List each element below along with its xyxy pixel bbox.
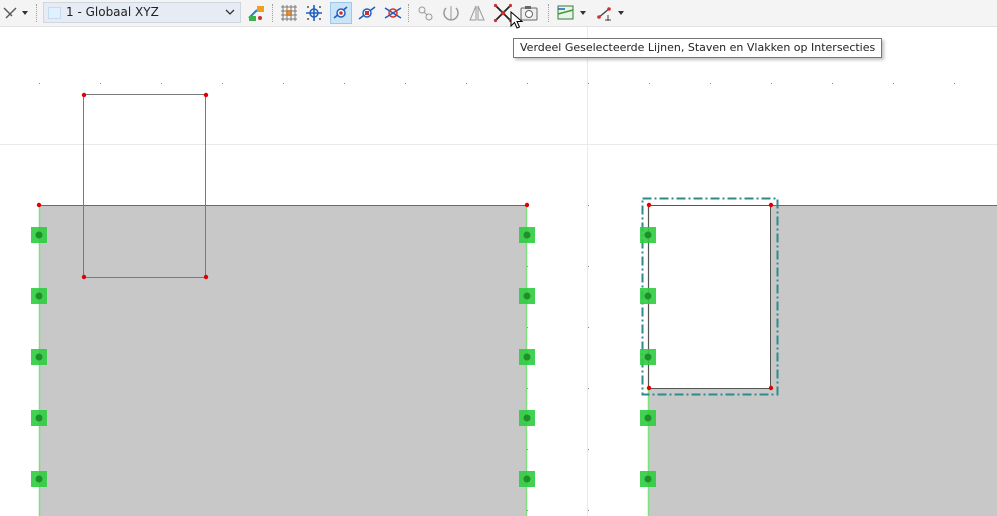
grid-dot <box>161 83 162 84</box>
grid-dot <box>832 83 833 84</box>
node[interactable] <box>646 385 652 391</box>
mouse-cursor-icon <box>510 11 524 29</box>
grid-dot <box>588 510 589 511</box>
grid-dot <box>222 83 223 84</box>
surface-display-icon <box>557 5 586 20</box>
grid-dot <box>344 83 345 84</box>
model-viewport[interactable] <box>0 27 997 516</box>
view-axis-icon <box>3 7 28 19</box>
line-support-node <box>523 414 531 422</box>
snap-object-icon <box>333 6 348 19</box>
node[interactable] <box>203 274 209 280</box>
toolbar-separator <box>272 4 274 22</box>
grid-dot <box>771 83 772 84</box>
snap-midpoint-icon <box>358 6 376 20</box>
grid-dot <box>588 266 589 267</box>
line-support-node <box>523 292 531 300</box>
grid-dot <box>39 83 40 84</box>
opening-area <box>648 205 770 388</box>
coordinate-system-color-swatch <box>48 7 61 19</box>
line-support-node <box>35 414 43 422</box>
grid-dot <box>954 83 955 84</box>
surface-left[interactable] <box>39 205 527 516</box>
dimension-line-icon <box>597 7 624 21</box>
dimension-line-dropdown-button[interactable] <box>594 2 630 24</box>
grid-dot <box>588 205 589 206</box>
work-plane-icon <box>248 6 264 21</box>
node[interactable] <box>646 202 652 208</box>
snap-intersections-button[interactable] <box>382 2 404 24</box>
node[interactable] <box>81 92 87 98</box>
line-support-node <box>35 292 43 300</box>
snap-grid-icon <box>306 5 322 21</box>
node[interactable] <box>36 202 42 208</box>
line-support-node <box>523 353 531 361</box>
guide-lines-icon <box>418 6 433 21</box>
grid-dot <box>283 83 284 84</box>
grid-dot <box>405 83 406 84</box>
line-support-node <box>644 475 652 483</box>
tooltip: Verdeel Geselecteerde Lijnen, Staven en … <box>513 38 883 58</box>
mirror-button[interactable] <box>466 2 488 24</box>
toolbar: 1 - Globaal XYZ <box>0 0 997 27</box>
grid-dot <box>649 83 650 84</box>
node[interactable] <box>768 202 774 208</box>
snap-intersection-icon <box>384 7 402 19</box>
grid-icon <box>281 5 297 21</box>
grid-dot <box>466 83 467 84</box>
snap-objects-button[interactable] <box>330 2 352 24</box>
line-support-node <box>523 475 531 483</box>
line-support-node <box>35 231 43 239</box>
guide-lines-button[interactable] <box>414 2 436 24</box>
line-support-node <box>523 231 531 239</box>
node[interactable] <box>203 92 209 98</box>
grid-dot <box>710 83 711 84</box>
line-support-node <box>644 353 652 361</box>
line-support-node <box>644 414 652 422</box>
grid-button[interactable] <box>278 2 300 24</box>
snap-midpoints-button[interactable] <box>356 2 378 24</box>
chevron-down-icon <box>225 9 235 15</box>
node[interactable] <box>768 385 774 391</box>
grid-dot <box>588 449 589 450</box>
line-support-node <box>35 353 43 361</box>
rotate-button[interactable] <box>440 2 462 24</box>
toolbar-separator <box>408 4 410 22</box>
set-work-plane-button[interactable] <box>245 2 267 24</box>
mirror-icon <box>469 5 485 21</box>
node[interactable] <box>81 274 87 280</box>
grid-dot <box>588 83 589 84</box>
grid-dot <box>527 83 528 84</box>
toolbar-separator <box>548 4 550 22</box>
grid-dot <box>100 83 101 84</box>
line-support-node <box>644 292 652 300</box>
grid-dot <box>588 388 589 389</box>
model-canvas[interactable] <box>0 27 997 516</box>
line-support-node <box>644 231 652 239</box>
coordinate-system-value: 1 - Globaal XYZ <box>66 5 159 19</box>
view-axis-dropdown-button[interactable] <box>2 2 32 24</box>
line-support-node <box>35 475 43 483</box>
node[interactable] <box>524 202 530 208</box>
grid-dot <box>588 327 589 328</box>
grid-dot <box>893 83 894 84</box>
coordinate-system-select[interactable]: 1 - Globaal XYZ <box>43 2 241 23</box>
rotate-icon <box>443 6 459 21</box>
toolbar-separator <box>36 4 38 22</box>
snap-grid-points-button[interactable] <box>303 2 325 24</box>
display-surface-dropdown-button[interactable] <box>555 2 591 24</box>
